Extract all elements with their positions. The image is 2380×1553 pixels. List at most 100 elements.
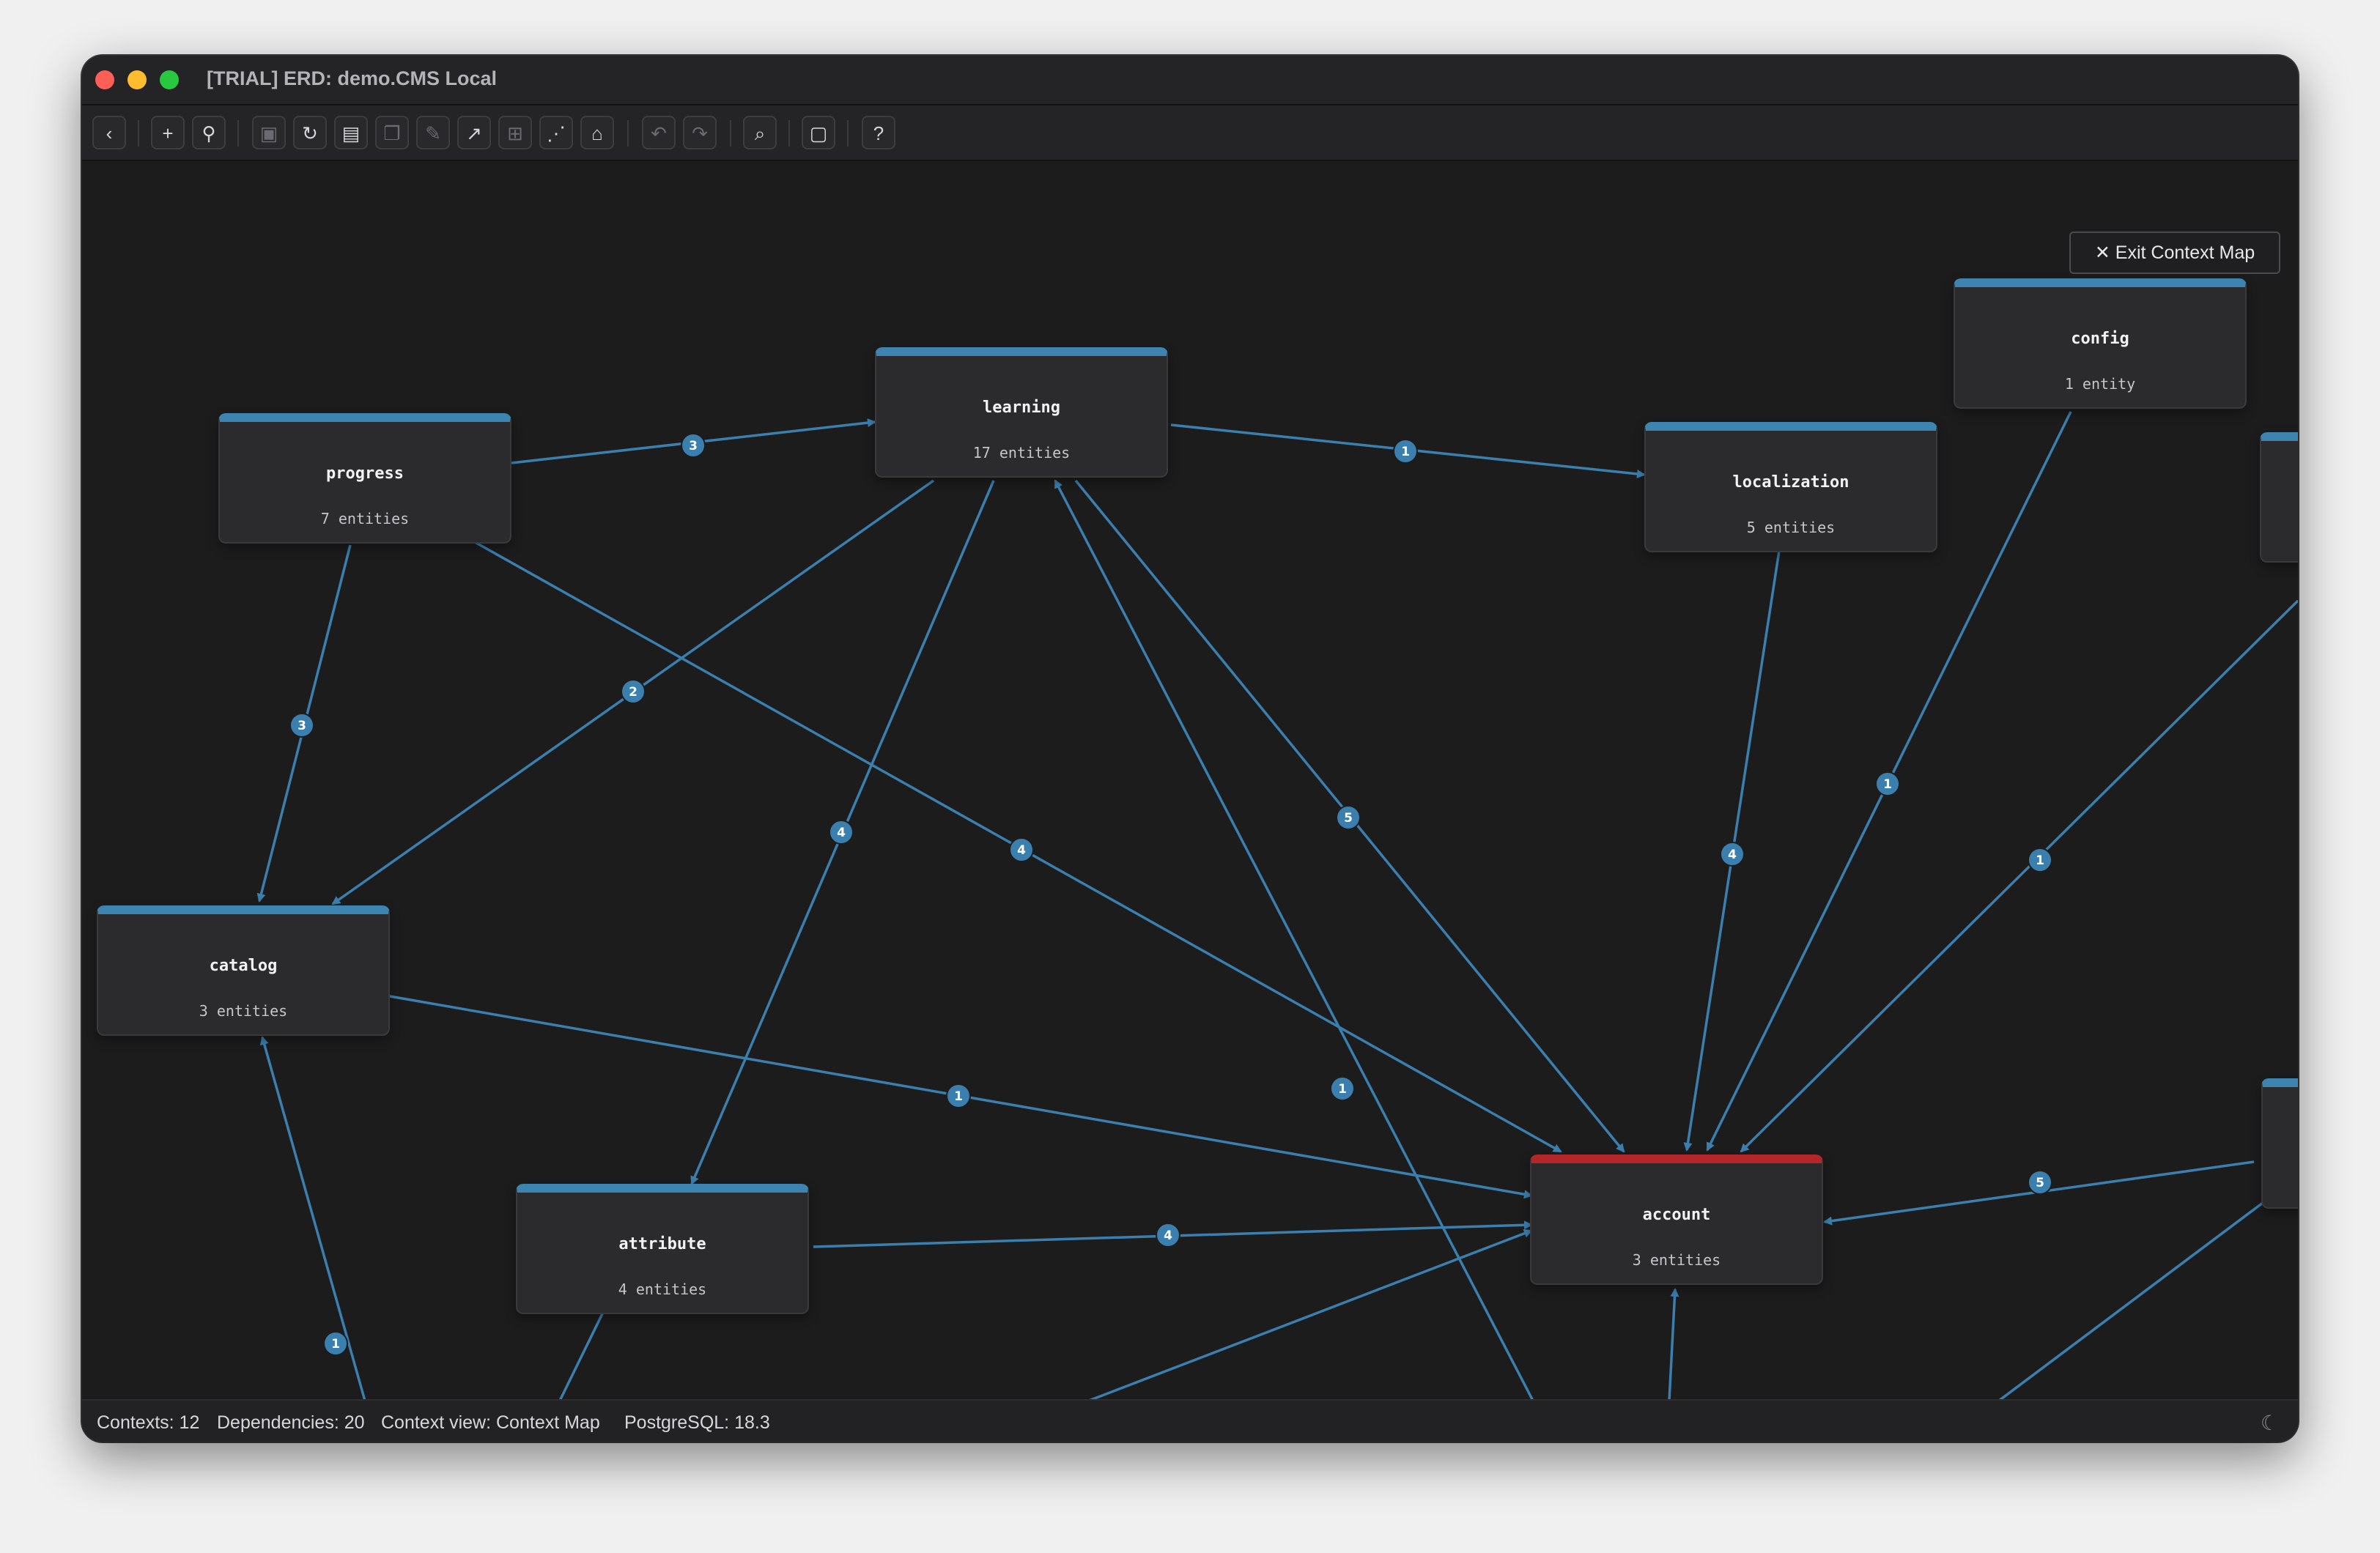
toolbar-divider	[847, 120, 849, 147]
refresh-icon: ↻	[302, 122, 318, 144]
contexts-count: Contexts: 12	[97, 1412, 200, 1433]
graph-icon: ⋰	[547, 122, 566, 144]
edge-count-label: 1	[1401, 445, 1410, 459]
folder-icon: ⌂	[591, 122, 603, 144]
edge-bottom-learning[interactable]	[1054, 479, 1534, 1401]
context-entity-count: 4 entities	[618, 1280, 707, 1298]
context-entity-count: 1 entity	[2064, 375, 2136, 393]
context-name: learning	[983, 399, 1060, 417]
edge-right-account[interactable]	[1740, 599, 2298, 1153]
help-button[interactable]: ?	[862, 116, 895, 149]
redo-button[interactable]: ↷	[683, 116, 717, 149]
edge-count-label: 2	[629, 685, 638, 700]
context-name: localization	[1732, 473, 1849, 492]
status-bar: Contexts: 12 Dependencies: 20 Context vi…	[82, 1399, 2298, 1442]
context-name: attribute	[618, 1235, 706, 1253]
title-bar: [TRIAL] ERD: demo.CMS Local	[82, 56, 2298, 105]
context-node-account[interactable]: account 3 entities	[1530, 1154, 1823, 1285]
edge-count-label: 1	[1883, 777, 1892, 792]
context-view-status: Context view: Context Map	[381, 1412, 600, 1433]
grid-icon: ⊞	[507, 122, 523, 144]
context-name: progress	[326, 464, 404, 483]
edge-bottom-account[interactable]	[1088, 1228, 1533, 1401]
toolbar-divider	[627, 120, 629, 147]
context-node-offscreen[interactable]	[2260, 432, 2298, 563]
screen-button[interactable]: ▢	[802, 116, 835, 149]
context-node-localization[interactable]: localization 5 entities	[1644, 422, 1937, 552]
save-button[interactable]: ▣	[252, 116, 286, 149]
add-button[interactable]: +	[151, 116, 185, 149]
copy-icon: ❐	[383, 122, 401, 144]
context-name: config	[2071, 330, 2129, 348]
grid-button[interactable]: ⊞	[498, 116, 532, 149]
window-title: [TRIAL] ERD: demo.CMS Local	[207, 67, 497, 89]
context-entity-count: 7 entities	[320, 510, 410, 527]
screen-icon: ▢	[809, 122, 828, 144]
context-entity-count: 3 entities	[1632, 1251, 1721, 1269]
refresh-button[interactable]: ↻	[293, 116, 327, 149]
toolbar-divider	[237, 120, 239, 147]
context-node-attribute[interactable]: attribute 4 entities	[516, 1184, 809, 1314]
search-button[interactable]: ⌕	[743, 116, 777, 149]
edge-count-label: 1	[2036, 853, 2044, 868]
maximize-window-button[interactable]	[160, 70, 179, 89]
layout-button[interactable]: ▤	[334, 116, 368, 149]
pin-button[interactable]: ⚲	[192, 116, 226, 149]
context-node-offscreen[interactable]	[2261, 1078, 2298, 1209]
layout-icon: ▤	[341, 122, 361, 144]
erd-window: [TRIAL] ERD: demo.CMS Local ‹ + ⚲ ▣ ↻ ▤ …	[82, 56, 2298, 1442]
undo-button[interactable]: ↶	[642, 116, 676, 149]
context-node-config[interactable]: config 1 entity	[1954, 278, 2247, 409]
edit-button[interactable]: ✎	[416, 116, 450, 149]
exit-context-map-label: Exit Context Map	[2115, 242, 2255, 263]
dark-mode-icon[interactable]: ☾	[2261, 1411, 2279, 1435]
minimize-window-button[interactable]	[128, 70, 147, 89]
context-name: catalog	[209, 957, 278, 975]
dependencies-count: Dependencies: 20	[217, 1412, 365, 1433]
context-entity-count: 17 entities	[972, 444, 1071, 462]
context-entity-count: 3 entities	[199, 1002, 288, 1020]
postgres-version: PostgreSQL: 18.3	[624, 1412, 770, 1433]
edge-bottom-right	[1998, 1175, 2298, 1401]
context-entity-count: 5 entities	[1746, 519, 1836, 536]
save-icon: ▣	[259, 122, 278, 144]
edge-count-label: 4	[837, 826, 846, 840]
edge-count-label: 5	[2036, 1176, 2044, 1190]
edit-icon: ✎	[425, 122, 441, 144]
undo-icon: ↶	[651, 122, 667, 144]
context-node-progress[interactable]: progress 7 entities	[218, 413, 511, 544]
context-node-learning[interactable]: learning 17 entities	[875, 347, 1168, 478]
edge-count-label: 1	[331, 1337, 340, 1352]
toolbar-divider	[138, 120, 139, 147]
edge-count-label: 4	[1164, 1228, 1172, 1243]
redo-icon: ↷	[692, 122, 708, 144]
toolbar: ‹ + ⚲ ▣ ↻ ▤ ❐ ✎ ↗ ⊞ ⋰ ⌂ ↶ ↷ ⌕ ▢ ?	[82, 105, 2298, 161]
pin-icon: ⚲	[202, 122, 216, 144]
context-node-catalog[interactable]: catalog 3 entities	[97, 905, 390, 1036]
help-icon: ?	[873, 122, 884, 144]
close-icon: ✕	[2094, 242, 2115, 263]
toolbar-divider	[788, 120, 790, 147]
exit-context-map-button[interactable]: ✕ Exit Context Map	[2069, 231, 2280, 274]
edge-count-label: 3	[298, 719, 306, 733]
toolbar-divider	[730, 120, 731, 147]
add-icon: +	[162, 122, 174, 144]
copy-button[interactable]: ❐	[375, 116, 409, 149]
context-map-canvas[interactable]: 3 1 3 2 4 4 5 1 4 1 1 1 4 5 1 1 progress…	[82, 161, 2298, 1401]
graph-button[interactable]: ⋰	[539, 116, 573, 149]
export-icon: ↗	[466, 122, 482, 144]
edge-bottom-catalog[interactable]	[259, 1036, 366, 1401]
edge-count-label: 5	[1344, 811, 1353, 826]
edge-count-label: 1	[1338, 1082, 1347, 1097]
export-button[interactable]: ↗	[457, 116, 491, 149]
edge-count-label: 1	[954, 1089, 963, 1104]
close-window-button[interactable]	[95, 70, 114, 89]
edge-count-label: 4	[1728, 848, 1737, 862]
edge-count-label: 3	[689, 439, 698, 453]
search-icon: ⌕	[754, 122, 766, 144]
back-icon: ‹	[106, 122, 113, 144]
edge-bottom-account-2[interactable]	[1668, 1288, 1679, 1401]
back-button[interactable]: ‹	[92, 116, 126, 149]
open-folder-button[interactable]: ⌂	[580, 116, 614, 149]
edge-count-label: 4	[1017, 843, 1026, 858]
